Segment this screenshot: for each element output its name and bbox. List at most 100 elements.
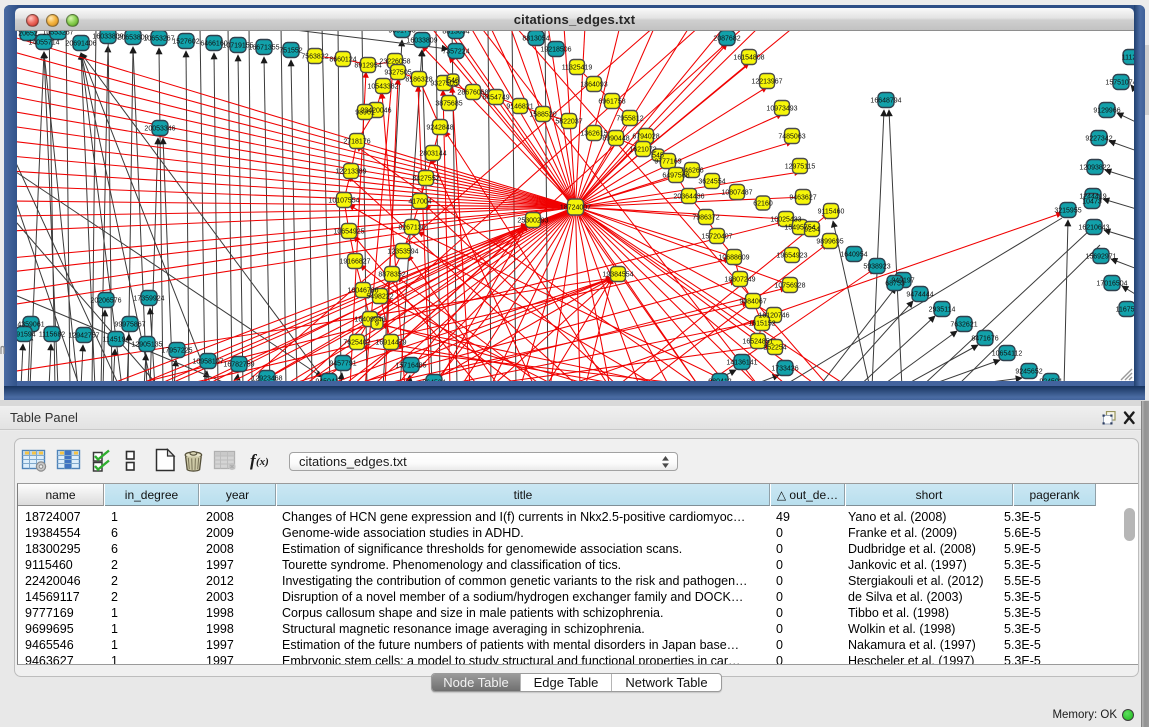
svg-text:7955812: 7955812 xyxy=(616,116,643,123)
svg-text:10553267: 10553267 xyxy=(42,31,73,37)
svg-text:16033809: 16033809 xyxy=(406,38,437,45)
svg-text:2718176: 2718176 xyxy=(343,139,370,146)
svg-text:9777169: 9777169 xyxy=(654,159,681,166)
svg-text:9115460: 9115460 xyxy=(818,209,845,216)
svg-text:20364436: 20364436 xyxy=(673,194,704,201)
svg-text:16120746: 16120746 xyxy=(758,313,789,320)
svg-text:9129966: 9129966 xyxy=(1093,108,1120,115)
svg-text:2087682: 2087682 xyxy=(713,36,740,43)
svg-text:964504: 964504 xyxy=(422,380,445,382)
svg-text:9457791: 9457791 xyxy=(329,361,356,368)
svg-text:7625402: 7625402 xyxy=(343,340,370,347)
svg-text:(x): (x) xyxy=(256,456,269,468)
svg-text:9450412: 9450412 xyxy=(315,379,342,382)
svg-text:8427552: 8427552 xyxy=(412,176,439,183)
svg-text:7563822: 7563822 xyxy=(301,54,328,61)
svg-text:6794028: 6794028 xyxy=(632,134,659,141)
svg-text:6961758: 6961758 xyxy=(598,99,625,106)
svg-text:12923468: 12923468 xyxy=(251,376,282,382)
svg-text:8660124: 8660124 xyxy=(329,57,356,64)
svg-text:1640954: 1640954 xyxy=(840,252,867,259)
svg-text:20053346: 20053346 xyxy=(144,126,175,133)
svg-text:18724007: 18724007 xyxy=(560,205,591,212)
svg-text:10958107: 10958107 xyxy=(192,359,223,366)
svg-text:9601743: 9601743 xyxy=(388,31,415,35)
svg-text:417004: 417004 xyxy=(408,199,431,206)
svg-text:16914479: 16914479 xyxy=(375,340,406,347)
svg-text:16671355: 16671355 xyxy=(248,45,279,52)
svg-text:3215955: 3215955 xyxy=(1054,208,1081,215)
svg-text:8878352: 8878352 xyxy=(378,272,405,279)
svg-text:19384554: 19384554 xyxy=(602,272,633,279)
svg-text:3875685: 3875685 xyxy=(435,101,462,108)
svg-text:8186328: 8186328 xyxy=(405,77,432,84)
svg-text:9227342: 9227342 xyxy=(1085,136,1112,143)
svg-text:7986372: 7986372 xyxy=(692,215,719,222)
svg-text:12942757: 12942757 xyxy=(68,333,99,340)
svg-text:11325419: 11325419 xyxy=(562,65,593,72)
svg-text:10543382: 10543382 xyxy=(367,84,398,91)
svg-text:7357224: 7357224 xyxy=(442,49,469,56)
svg-text:23226058: 23226058 xyxy=(379,59,410,66)
svg-text:12213967: 12213967 xyxy=(751,79,782,86)
svg-text:10973493: 10973493 xyxy=(766,106,797,113)
svg-text:2803144: 2803144 xyxy=(419,151,446,158)
svg-text:9899695: 9899695 xyxy=(816,239,843,246)
svg-text:1733426: 1733426 xyxy=(771,366,798,373)
svg-text:20652: 20652 xyxy=(18,31,38,38)
svg-text:16782759: 16782759 xyxy=(223,362,254,369)
svg-text:6497568: 6497568 xyxy=(662,173,689,180)
svg-text:12975115: 12975115 xyxy=(785,164,816,171)
svg-text:7632621: 7632621 xyxy=(950,322,977,329)
svg-text:1115682: 1115682 xyxy=(39,332,65,339)
svg-text:8454749: 8454749 xyxy=(482,95,509,102)
svg-text:9474444: 9474444 xyxy=(906,292,933,299)
svg-text:10688609: 10688609 xyxy=(718,255,749,262)
svg-text:20691406: 20691406 xyxy=(65,41,96,48)
svg-text:15720407: 15720407 xyxy=(701,234,732,241)
svg-text:10653267: 10653267 xyxy=(143,36,174,43)
svg-text:9245652: 9245652 xyxy=(1015,369,1042,376)
svg-text:11123: 11123 xyxy=(1122,55,1134,62)
svg-text:16409948: 16409948 xyxy=(354,317,385,324)
svg-text:10654925: 10654925 xyxy=(333,229,364,236)
svg-text:19218506: 19218506 xyxy=(540,47,571,54)
svg-text:4359061: 4359061 xyxy=(17,322,44,329)
svg-text:62160: 62160 xyxy=(753,201,773,208)
svg-text:8990448: 8990448 xyxy=(602,136,629,143)
svg-text:1145194: 1145194 xyxy=(103,337,130,344)
svg-text:18807249: 18807249 xyxy=(724,277,755,284)
svg-text:17957225: 17957225 xyxy=(161,348,192,355)
svg-text:10756928: 10756928 xyxy=(774,283,805,290)
svg-text:9327505: 9327505 xyxy=(384,70,411,77)
svg-text:9146821: 9146821 xyxy=(506,104,533,111)
svg-text:9463627: 9463627 xyxy=(789,195,816,202)
svg-text:1615152: 1615152 xyxy=(748,321,775,328)
svg-text:5822037: 5822037 xyxy=(555,119,582,126)
svg-text:9254: 9254 xyxy=(804,227,820,234)
svg-text:16210643: 16210643 xyxy=(1078,225,1109,232)
svg-text:17016504: 17016504 xyxy=(1096,281,1127,288)
svg-text:9242848: 9242848 xyxy=(426,125,453,132)
svg-text:17359924: 17359924 xyxy=(133,296,164,303)
svg-text:15751074: 15751074 xyxy=(1105,80,1134,87)
svg-text:3624554: 3624554 xyxy=(698,179,725,186)
svg-text:7485063: 7485063 xyxy=(778,134,805,141)
svg-text:10807487: 10807487 xyxy=(721,190,752,197)
svg-text:99975867: 99975867 xyxy=(114,322,145,329)
svg-text:14136141: 14136141 xyxy=(726,360,757,367)
svg-text:8267130: 8267130 xyxy=(398,225,425,232)
svg-text:8813054: 8813054 xyxy=(522,36,549,43)
svg-text:924501: 924501 xyxy=(1039,379,1062,382)
svg-text:8813054: 8813054 xyxy=(442,31,469,36)
svg-text:391594: 391594 xyxy=(17,332,36,339)
svg-text:12353594: 12353594 xyxy=(387,249,418,256)
svg-text:16154808: 16154808 xyxy=(733,55,764,62)
svg-text:9: 9 xyxy=(375,321,379,328)
svg-text:751552: 751552 xyxy=(279,48,302,55)
svg-text:20206576: 20206576 xyxy=(90,298,121,305)
svg-text:14055714: 14055714 xyxy=(28,40,59,47)
svg-text:10473: 10473 xyxy=(1082,199,1102,206)
svg-text:98961: 98961 xyxy=(355,110,375,117)
svg-text:8471676: 8471676 xyxy=(971,336,998,343)
